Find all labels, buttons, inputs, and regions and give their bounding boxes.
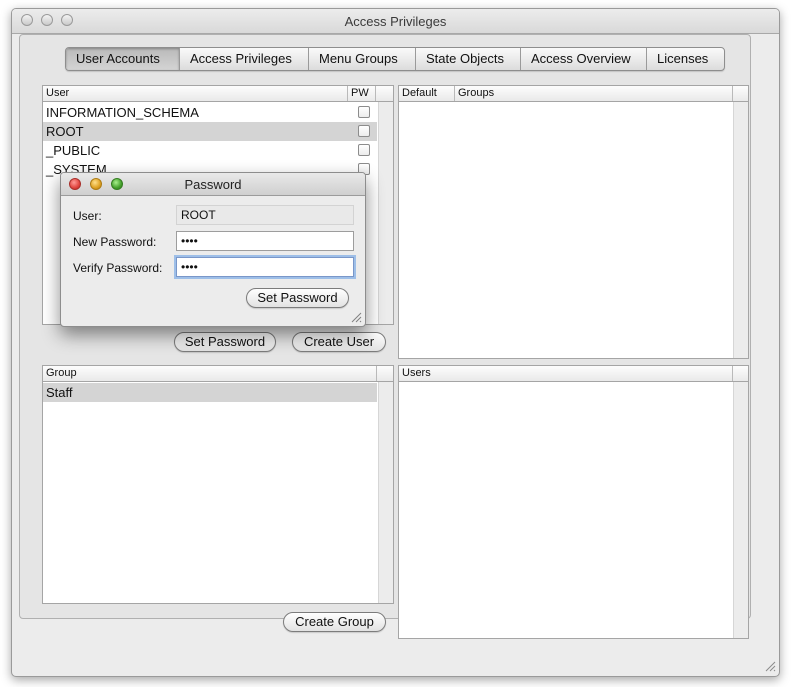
- group-users-table-header: Users: [399, 366, 748, 382]
- pw-checkbox[interactable]: [358, 125, 370, 137]
- tab-user-accounts[interactable]: User Accounts: [66, 48, 180, 70]
- pw-checkbox[interactable]: [358, 144, 370, 156]
- new-password-field[interactable]: ••••: [176, 231, 354, 251]
- table-row[interactable]: Staff: [43, 383, 377, 402]
- user-groups-table-header: Default Groups: [399, 86, 748, 102]
- table-row[interactable]: INFORMATION_SCHEMA: [43, 103, 377, 122]
- user-groups-table[interactable]: Default Groups: [398, 85, 749, 359]
- tab-menu-groups[interactable]: Menu Groups: [309, 48, 416, 70]
- users-table-header: User PW: [43, 86, 393, 102]
- resize-grip-icon[interactable]: [765, 661, 776, 672]
- tab-access-privileges[interactable]: Access Privileges: [180, 48, 309, 70]
- set-password-button[interactable]: Set Password: [174, 332, 276, 352]
- groups-list-header: Group: [43, 366, 393, 382]
- tab-bar: User Accounts Access Privileges Menu Gro…: [65, 47, 725, 71]
- tab-state-objects[interactable]: State Objects: [416, 48, 521, 70]
- column-header-pw[interactable]: PW: [348, 86, 376, 101]
- column-header-users[interactable]: Users: [399, 366, 733, 381]
- table-row[interactable]: ROOT: [43, 122, 377, 141]
- user-name: _PUBLIC: [46, 143, 101, 158]
- verify-password-field[interactable]: ••••: [176, 257, 354, 277]
- column-header-groups[interactable]: Groups: [455, 86, 733, 101]
- group-name: Staff: [46, 385, 73, 400]
- verify-password-label: Verify Password:: [73, 261, 163, 275]
- group-users-table-scrollbar[interactable]: [733, 382, 748, 638]
- group-users-table[interactable]: Users: [398, 365, 749, 639]
- column-header-group[interactable]: Group: [43, 366, 377, 381]
- user-name: INFORMATION_SCHEMA: [46, 105, 199, 120]
- pw-checkbox[interactable]: [358, 106, 370, 118]
- password-dialog: Password User: ROOT New Password: •••• V…: [60, 172, 366, 327]
- user-name: ROOT: [46, 124, 84, 139]
- column-header-default[interactable]: Default: [399, 86, 455, 101]
- user-label: User:: [73, 209, 102, 223]
- title-bar[interactable]: Access Privileges: [12, 9, 779, 34]
- create-user-button[interactable]: Create User: [292, 332, 386, 352]
- create-group-button[interactable]: Create Group: [283, 612, 386, 632]
- column-header-user[interactable]: User: [43, 86, 348, 101]
- groups-list-scrollbar[interactable]: [378, 382, 393, 603]
- tab-access-overview[interactable]: Access Overview: [521, 48, 647, 70]
- dialog-title-bar[interactable]: Password: [61, 173, 365, 196]
- dialog-set-password-button[interactable]: Set Password: [246, 288, 349, 308]
- groups-list-table[interactable]: Group Staff: [42, 365, 394, 604]
- users-table-scrollbar[interactable]: [378, 102, 393, 324]
- dialog-resize-grip-icon[interactable]: [351, 312, 362, 323]
- window-title: Access Privileges: [344, 14, 447, 29]
- table-row[interactable]: _PUBLIC: [43, 141, 377, 160]
- tab-licenses[interactable]: Licenses: [647, 48, 724, 70]
- user-groups-table-scrollbar[interactable]: [733, 102, 748, 358]
- dialog-title: Password: [184, 177, 242, 192]
- user-field: ROOT: [176, 205, 354, 225]
- new-password-label: New Password:: [73, 235, 157, 249]
